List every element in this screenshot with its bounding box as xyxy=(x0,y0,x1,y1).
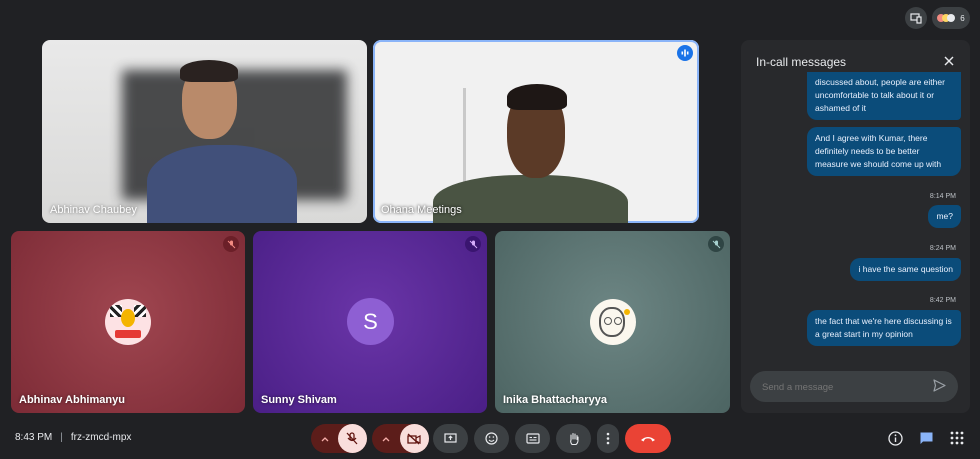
mic-muted-indicator xyxy=(708,236,724,252)
call-end-icon xyxy=(641,436,655,441)
participant-name: Sunny Shivam xyxy=(261,394,337,406)
chat-icon xyxy=(920,432,933,444)
activities-button[interactable] xyxy=(950,431,966,447)
avatar: S xyxy=(347,298,394,345)
chat-panel: In-call messages discussed about, people… xyxy=(741,40,970,413)
audio-level-icon xyxy=(681,49,689,57)
captions-button[interactable] xyxy=(515,424,550,453)
camera-off-icon xyxy=(407,433,421,444)
person-silhouette xyxy=(147,145,297,223)
emoji-icon xyxy=(485,432,498,445)
apps-grid-icon xyxy=(950,431,964,445)
mic-off-icon xyxy=(712,240,720,248)
camera-toggle-button[interactable] xyxy=(399,424,429,453)
close-chat-button[interactable] xyxy=(940,52,958,70)
participant-name: Inika Bhattacharyya xyxy=(503,394,607,406)
meeting-info: 8:43 PM | frz-zmcd-mpx xyxy=(15,432,131,443)
camera-control-group xyxy=(372,424,429,453)
mic-toggle-button[interactable] xyxy=(337,424,367,453)
captions-icon xyxy=(525,433,540,444)
chat-message: i have the same question xyxy=(850,258,961,281)
chat-button[interactable] xyxy=(919,431,935,447)
avatars-icon xyxy=(937,14,956,22)
avatar xyxy=(105,299,151,345)
devices-icon xyxy=(910,12,922,24)
send-icon xyxy=(933,379,946,392)
message-time: 8:14 PM xyxy=(929,193,956,200)
cast-button[interactable] xyxy=(905,7,927,29)
video-tile-inika-bhattacharyya[interactable]: Inika Bhattacharyya xyxy=(495,231,730,413)
meeting-code: frz-zmcd-mpx xyxy=(70,432,132,443)
video-tile-sunny-shivam[interactable]: S Sunny Shivam xyxy=(253,231,487,413)
present-screen-button[interactable] xyxy=(433,424,468,453)
meeting-details-button[interactable] xyxy=(888,431,904,447)
message-time: 8:24 PM xyxy=(929,245,956,252)
video-tile-ohana-meetings[interactable]: Ohana Meetings xyxy=(373,40,699,223)
more-options-button[interactable] xyxy=(597,424,619,453)
message-time: 8:42 PM xyxy=(929,297,956,304)
person-silhouette xyxy=(433,175,628,223)
mic-off-icon xyxy=(469,240,477,248)
audio-options-button[interactable] xyxy=(312,436,338,442)
participant-count: 6 xyxy=(960,13,965,23)
video-tile-abhinav-abhimanyu[interactable]: Abhinav Abhimanyu xyxy=(11,231,245,413)
mic-muted-indicator xyxy=(465,236,481,252)
send-button[interactable] xyxy=(933,379,947,393)
chat-title: In-call messages xyxy=(756,55,847,69)
chat-message: the fact that we're here discussing is a… xyxy=(807,310,961,346)
participant-name: Ohana Meetings xyxy=(381,204,462,216)
participants-button[interactable]: 6 xyxy=(932,7,970,29)
leave-call-button[interactable] xyxy=(625,424,671,453)
speaking-indicator xyxy=(677,45,693,61)
present-icon xyxy=(444,433,457,443)
close-icon xyxy=(944,56,954,66)
info-icon xyxy=(888,431,903,446)
chat-message: discussed about, people are either uncom… xyxy=(807,72,961,120)
mic-off-icon xyxy=(346,432,358,445)
chat-message: And I agree with Kumar, there definitely… xyxy=(807,127,961,176)
reactions-button[interactable] xyxy=(474,424,509,453)
separator: | xyxy=(60,432,63,443)
message-input[interactable] xyxy=(760,378,924,396)
video-options-button[interactable] xyxy=(373,436,400,442)
video-tile-abhinav-chaubey[interactable]: Abhinav Chaubey xyxy=(42,40,367,223)
participant-name: Abhinav Chaubey xyxy=(50,204,137,216)
participant-name: Abhinav Abhimanyu xyxy=(19,394,125,406)
chevron-up-icon xyxy=(382,436,390,441)
message-input-box[interactable] xyxy=(750,371,958,402)
avatar xyxy=(590,299,636,345)
mic-control-group xyxy=(311,424,367,453)
mic-muted-indicator xyxy=(223,236,239,252)
mic-off-icon xyxy=(227,240,235,248)
chat-message: me? xyxy=(928,205,961,228)
raise-hand-button[interactable] xyxy=(556,424,591,453)
more-vert-icon xyxy=(606,432,610,445)
chevron-up-icon xyxy=(321,436,328,441)
avatar-initial: S xyxy=(363,308,378,334)
clock: 8:43 PM xyxy=(15,432,53,443)
hand-icon xyxy=(569,432,579,445)
